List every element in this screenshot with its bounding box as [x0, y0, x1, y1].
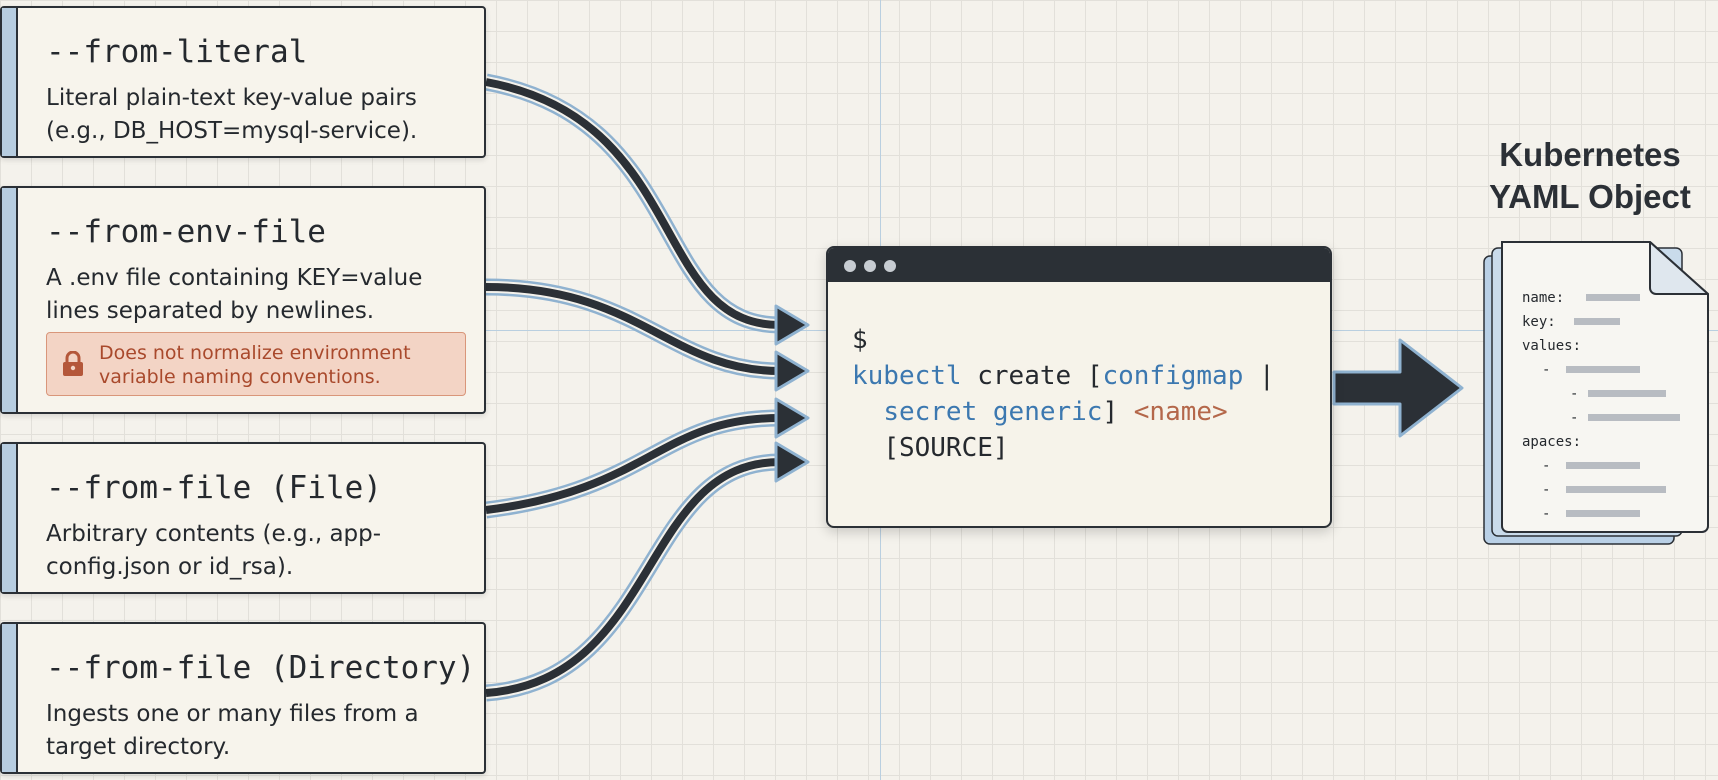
source-flag: --from-file (Directory)	[46, 650, 476, 686]
window-dot-icon	[844, 260, 856, 272]
svg-text:-: -	[1542, 506, 1550, 522]
warning-text: Does not normalize environment variable …	[99, 342, 411, 388]
source-description: Arbitrary contents (e.g., app-config.jso…	[46, 521, 382, 580]
name-placeholder: <name>	[1133, 397, 1228, 427]
card-accent-bar	[2, 444, 18, 592]
resource-configmap: configmap	[1102, 361, 1244, 391]
terminal-title-bar	[828, 248, 1330, 282]
resource-secret: secret generic	[883, 397, 1103, 427]
card-accent-bar	[2, 624, 18, 772]
source-flag: --from-file (File)	[46, 470, 382, 506]
command-verb: create	[977, 361, 1072, 391]
yaml-key-name: name:	[1522, 290, 1564, 306]
arrow-output	[1332, 338, 1464, 438]
pipe-separator: |	[1243, 361, 1275, 391]
source-flag: --from-literal	[46, 34, 308, 70]
yaml-key-apaces: apaces:	[1522, 434, 1581, 450]
output-title-line2: YAML Object	[1489, 178, 1691, 215]
command-name: kubectl	[852, 361, 962, 391]
yaml-document-icon: name: key: values: - - - apaces: - - -	[1483, 241, 1709, 545]
svg-text:-: -	[1570, 386, 1578, 402]
lock-icon	[63, 351, 83, 376]
source-description: Ingests one or many files from a target …	[46, 701, 419, 760]
svg-text:-: -	[1542, 362, 1550, 378]
source-card-literal: --from-literal Literal plain-text key-va…	[0, 6, 486, 158]
source-flag: --from-env-file	[46, 214, 326, 250]
terminal-window: $ kubectl create [configmap | secret gen…	[826, 246, 1332, 528]
terminal-command: $ kubectl create [configmap | secret gen…	[852, 322, 1275, 466]
output-title: Kubernetes YAML Object	[1462, 134, 1718, 218]
terminal-prompt: $	[852, 325, 868, 355]
arrow-literal	[486, 82, 810, 346]
warning-callout: Does not normalize environment variable …	[46, 332, 466, 396]
source-description: A .env file containing KEY=value lines s…	[46, 265, 423, 324]
card-accent-bar	[2, 8, 18, 156]
arrow-directory	[486, 441, 810, 693]
window-dot-icon	[864, 260, 876, 272]
arrow-env-file	[486, 287, 810, 392]
card-accent-bar	[2, 188, 18, 412]
svg-text:-: -	[1570, 410, 1578, 426]
yaml-key-key: key:	[1522, 314, 1556, 330]
source-card-directory: --from-file (Directory) Ingests one or m…	[0, 622, 486, 774]
svg-text:-: -	[1542, 458, 1550, 474]
source-card-file: --from-file (File) Arbitrary contents (e…	[0, 442, 486, 594]
source-description: Literal plain-text key-value pairs (e.g.…	[46, 85, 418, 144]
close-bracket: ]	[1102, 397, 1119, 427]
arrow-file	[486, 397, 810, 510]
open-bracket: [	[1086, 361, 1103, 391]
source-placeholder: [SOURCE]	[883, 433, 1009, 463]
svg-text:-: -	[1542, 482, 1550, 498]
yaml-key-values: values:	[1522, 338, 1581, 354]
window-dot-icon	[884, 260, 896, 272]
output-title-line1: Kubernetes	[1499, 136, 1681, 173]
source-card-env-file: --from-env-file A .env file containing K…	[0, 186, 486, 414]
